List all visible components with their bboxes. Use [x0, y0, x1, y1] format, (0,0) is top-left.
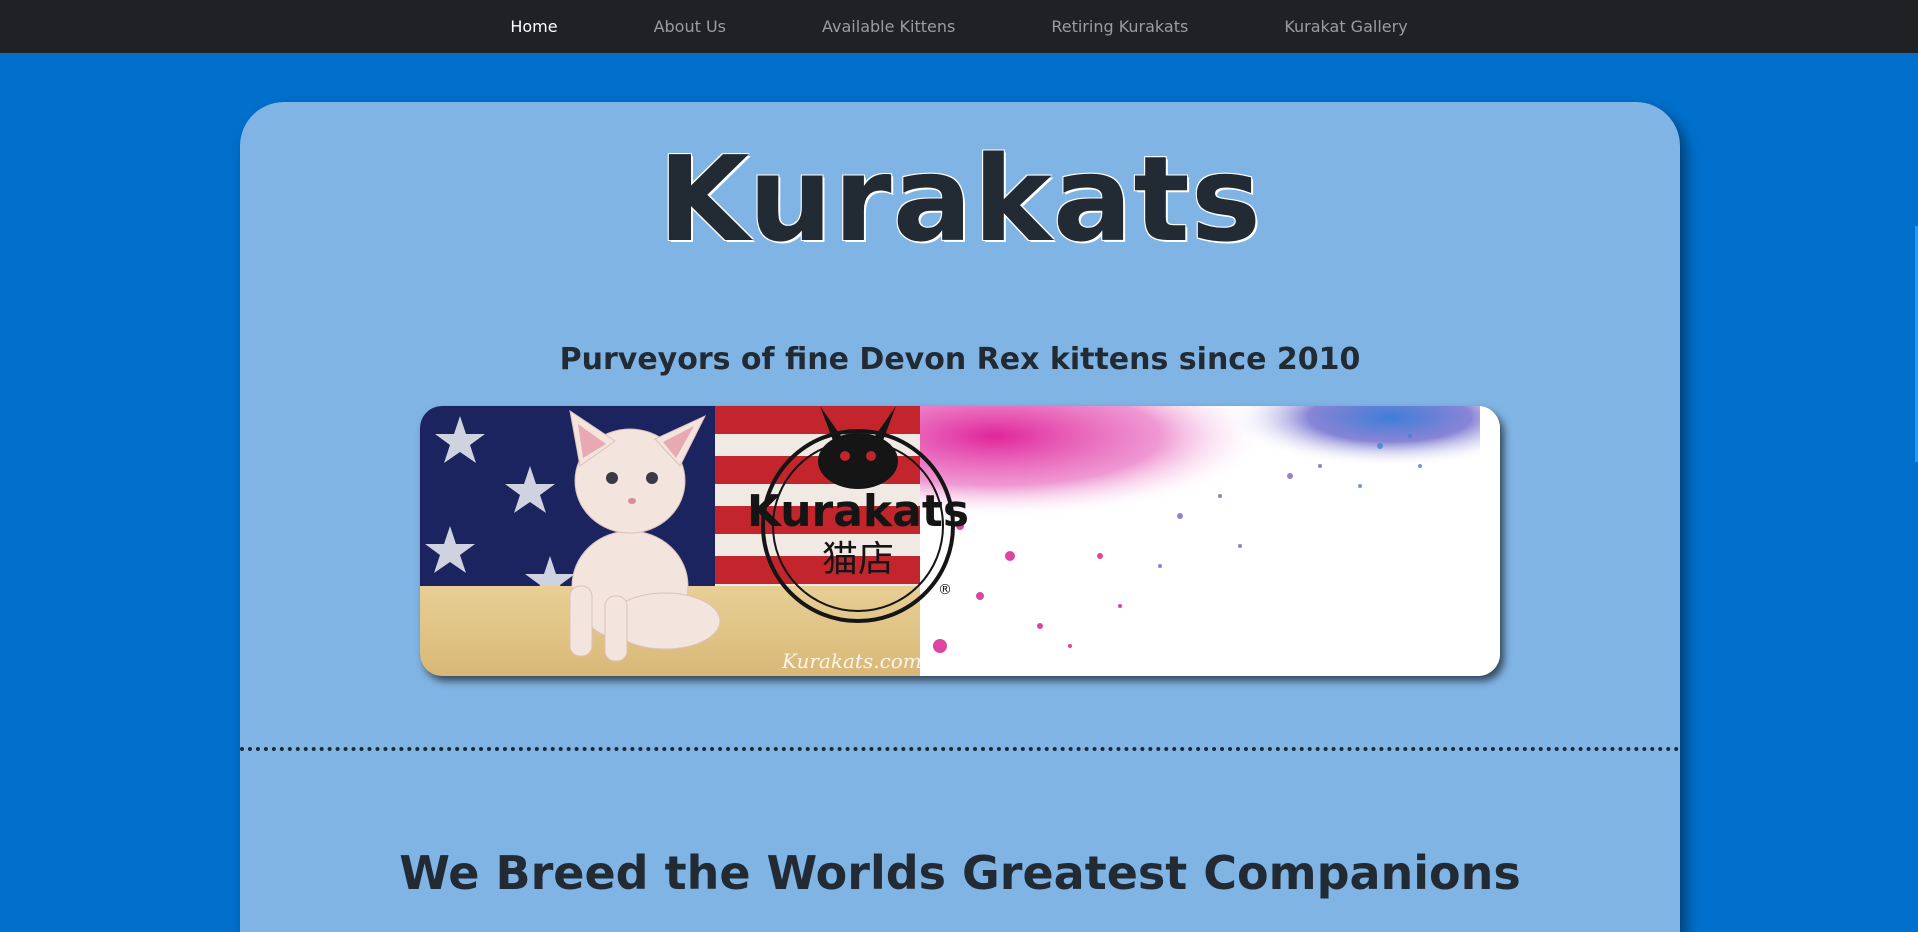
nav-item-about-us[interactable]: About Us — [606, 17, 774, 36]
nav-list: Home About Us Available Kittens Retiring… — [462, 17, 1455, 36]
hero-banner-image: Kurakats 猫店 ® Kurakats.com — [420, 406, 1500, 676]
banner-illustration: Kurakats 猫店 ® Kurakats.com — [420, 406, 1500, 676]
svg-text:猫店: 猫店 — [822, 539, 894, 580]
main-card: Kurakats Purveyors of fine Devon Rex kit… — [240, 102, 1680, 932]
svg-text:®: ® — [938, 582, 952, 598]
nav-item-available-kittens[interactable]: Available Kittens — [774, 17, 1003, 36]
nav-item-retiring-kurakats[interactable]: Retiring Kurakats — [1003, 17, 1236, 36]
svg-text:Kurakats: Kurakats — [747, 486, 969, 537]
nav-item-home[interactable]: Home — [462, 17, 605, 36]
site-title: Kurakats — [658, 130, 1262, 268]
top-navbar: Home About Us Available Kittens Retiring… — [0, 0, 1918, 53]
section-divider — [240, 747, 1680, 751]
section-heading: We Breed the Worlds Greatest Companions — [399, 846, 1521, 900]
svg-text:Kurakats.com: Kurakats.com — [781, 649, 922, 673]
nav-item-kurakat-gallery[interactable]: Kurakat Gallery — [1236, 17, 1455, 36]
tagline: Purveyors of fine Devon Rex kittens sinc… — [559, 342, 1361, 377]
